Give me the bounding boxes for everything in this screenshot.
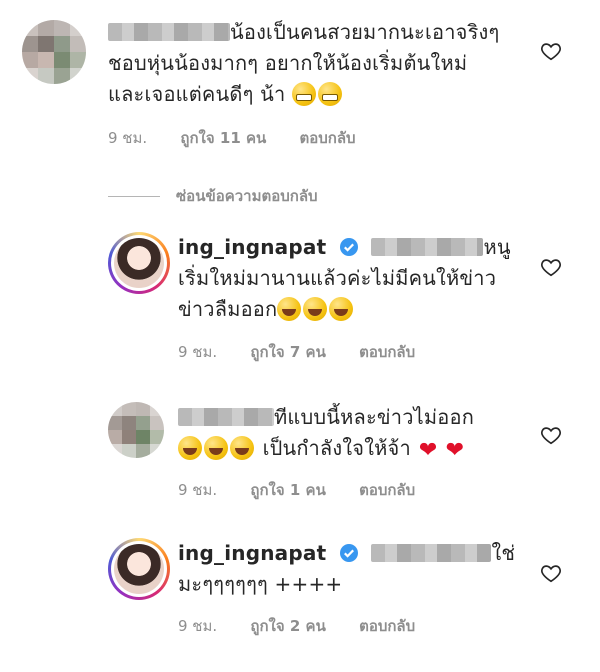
comment-text: น้องเป็นคนสวยมากนะเอาจริงๆ ชอบหุ่นน้องมา… xyxy=(108,20,500,106)
timestamp: 9 ชม. xyxy=(178,481,218,499)
comment-text: ing_ingnapat หนู เริ่มใหม่มานานแล้วค่ะไม… xyxy=(178,235,511,321)
comment-1: น้องเป็นคนสวยมากนะเอาจริงๆ ชอบหุ่นน้องมา… xyxy=(0,0,600,170)
laughing-emoji-icon xyxy=(204,436,228,460)
blurred-avatar[interactable] xyxy=(22,20,86,84)
reply-button[interactable]: ตอบกลับ xyxy=(359,617,415,635)
likes-count[interactable]: ถูกใจ 11 คน xyxy=(180,129,266,147)
timestamp: 9 ชม. xyxy=(108,129,148,147)
grimace-emoji-icon xyxy=(291,82,316,106)
blurred-username[interactable] xyxy=(178,408,274,426)
hide-replies-toggle[interactable]: ซ่อนข้อความตอบกลับ xyxy=(108,184,318,208)
comment-meta: 9 ชม. ถูกใจ 11 คน ตอบกลับ xyxy=(108,126,384,150)
reply-3: ing_ingnapat ใช่ มะๆๆๆๆๆๆ ++++ 9 ชม. ถูก… xyxy=(0,530,600,672)
comment-text: ing_ingnapat ใช่ มะๆๆๆๆๆๆ ++++ xyxy=(178,541,516,596)
heart-outline-icon[interactable] xyxy=(540,424,562,446)
laughing-emoji-icon xyxy=(178,436,202,460)
laughing-emoji-icon xyxy=(230,436,254,460)
blurred-mention[interactable] xyxy=(371,544,492,562)
blurred-username[interactable] xyxy=(108,23,230,41)
reply-button[interactable]: ตอบกลับ xyxy=(359,481,415,499)
comment-meta: 9 ชม. ถูกใจ 2 คน ตอบกลับ xyxy=(178,614,443,638)
blurred-mention[interactable] xyxy=(371,238,484,256)
reply-button[interactable]: ตอบกลับ xyxy=(359,343,415,361)
heart-outline-icon[interactable] xyxy=(540,40,562,62)
divider-line xyxy=(108,196,160,197)
username[interactable]: ing_ingnapat xyxy=(178,235,326,259)
likes-count[interactable]: ถูกใจ 1 คน xyxy=(250,481,325,499)
reply-1: ing_ingnapat หนู เริ่มใหม่มานานแล้วค่ะไม… xyxy=(0,220,600,380)
timestamp: 9 ชม. xyxy=(178,343,218,361)
story-avatar[interactable] xyxy=(108,538,170,600)
likes-count[interactable]: ถูกใจ 2 คน xyxy=(250,617,325,635)
timestamp: 9 ชม. xyxy=(178,617,218,635)
likes-count[interactable]: ถูกใจ 7 คน xyxy=(250,343,325,361)
profile-photo xyxy=(114,544,164,594)
heart-outline-icon[interactable] xyxy=(540,562,562,584)
comment-meta: 9 ชม. ถูกใจ 7 คน ตอบกลับ xyxy=(178,340,443,364)
reply-button[interactable]: ตอบกลับ xyxy=(300,129,356,147)
laughing-emoji-icon xyxy=(329,297,354,321)
comment-meta: 9 ชม. ถูกใจ 1 คน ตอบกลับ xyxy=(178,478,443,502)
red-heart-emoji-icon: ❤ xyxy=(418,438,438,463)
laughing-emoji-icon xyxy=(277,297,302,321)
blurred-avatar[interactable] xyxy=(108,402,164,458)
verified-badge-icon xyxy=(339,544,358,562)
story-avatar[interactable] xyxy=(108,232,170,294)
grimace-emoji-icon xyxy=(317,82,342,106)
reply-2: ทีแบบนี้หละข่าวไม่ออก เป็นกำลังใจให้จ้า ❤… xyxy=(0,390,600,510)
profile-photo xyxy=(114,238,164,288)
heart-outline-icon[interactable] xyxy=(540,256,562,278)
verified-badge-icon xyxy=(339,238,358,256)
laughing-emoji-icon xyxy=(303,297,328,321)
username[interactable]: ing_ingnapat xyxy=(178,541,326,565)
comment-text: ทีแบบนี้หละข่าวไม่ออก เป็นกำลังใจให้จ้า ❤… xyxy=(178,402,474,466)
red-heart-emoji-icon: ❤ xyxy=(445,438,465,463)
